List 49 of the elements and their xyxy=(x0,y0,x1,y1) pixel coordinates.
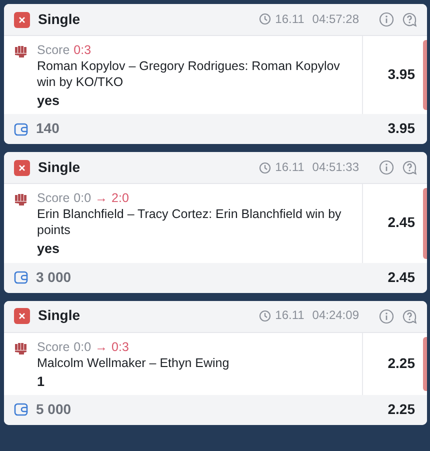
info-icon[interactable] xyxy=(379,308,394,324)
stake-amount: 140 xyxy=(36,120,60,138)
bet-time: 04:57:28 xyxy=(312,12,359,28)
help-icon[interactable] xyxy=(402,308,417,324)
bet-type: Single xyxy=(38,10,80,28)
odds: 2.45 xyxy=(388,214,415,232)
selection: yes xyxy=(37,92,61,110)
score-before: 0:0 xyxy=(74,338,92,355)
bet-type: Single xyxy=(38,307,80,325)
bet-type: Single xyxy=(38,158,80,177)
score-label: Score xyxy=(37,42,70,58)
info-icon[interactable] xyxy=(379,160,394,176)
score-after: 2:0 xyxy=(112,190,129,206)
bet-date: 16.11 xyxy=(275,12,304,28)
selection: 1 xyxy=(37,372,46,390)
stake-amount: 3 000 xyxy=(36,268,72,286)
arrow-text: → xyxy=(95,338,108,355)
event-name: Malcolm Wellmaker – Ethyn Ewing xyxy=(37,354,230,371)
fist-icon xyxy=(14,192,29,206)
total-odds: 2.45 xyxy=(388,268,415,286)
arrow-text: → xyxy=(95,190,108,206)
score-before: 0:0 xyxy=(74,190,92,206)
help-icon[interactable] xyxy=(402,160,417,176)
clock-icon xyxy=(259,162,272,174)
wallet-icon xyxy=(14,403,28,416)
clock-icon xyxy=(259,13,272,26)
help-icon[interactable] xyxy=(402,12,417,27)
stake-amount: 5 000 xyxy=(36,400,72,419)
bet-time: 04:24:09 xyxy=(312,308,359,324)
score-after: 0:3 xyxy=(74,42,92,58)
score-after: 0:3 xyxy=(112,338,129,355)
fist-icon xyxy=(14,340,29,355)
bet-date: 16.11 xyxy=(275,308,304,324)
odds: 2.25 xyxy=(388,354,415,373)
score-label: Score xyxy=(37,190,70,206)
score-label: Score xyxy=(37,338,70,355)
total-odds: 2.25 xyxy=(388,400,415,419)
wallet-icon xyxy=(14,271,28,284)
odds: 3.95 xyxy=(388,66,415,84)
fist-icon xyxy=(14,44,29,58)
info-icon[interactable] xyxy=(379,12,394,27)
clock-icon xyxy=(259,310,272,322)
wallet-icon xyxy=(14,122,28,136)
bet-date: 16.11 xyxy=(275,160,304,176)
selection: yes xyxy=(37,240,61,258)
bet-time: 04:51:33 xyxy=(312,160,359,176)
event-name: Roman Kopylov – Gregory Rodrigues: Roman Kopylov win by KO/TKO xyxy=(37,58,341,90)
event-name: Erin Blanchfield – Tracy Cortez: Erin Blanchfield win by points xyxy=(37,206,342,238)
total-odds: 3.95 xyxy=(388,120,415,138)
